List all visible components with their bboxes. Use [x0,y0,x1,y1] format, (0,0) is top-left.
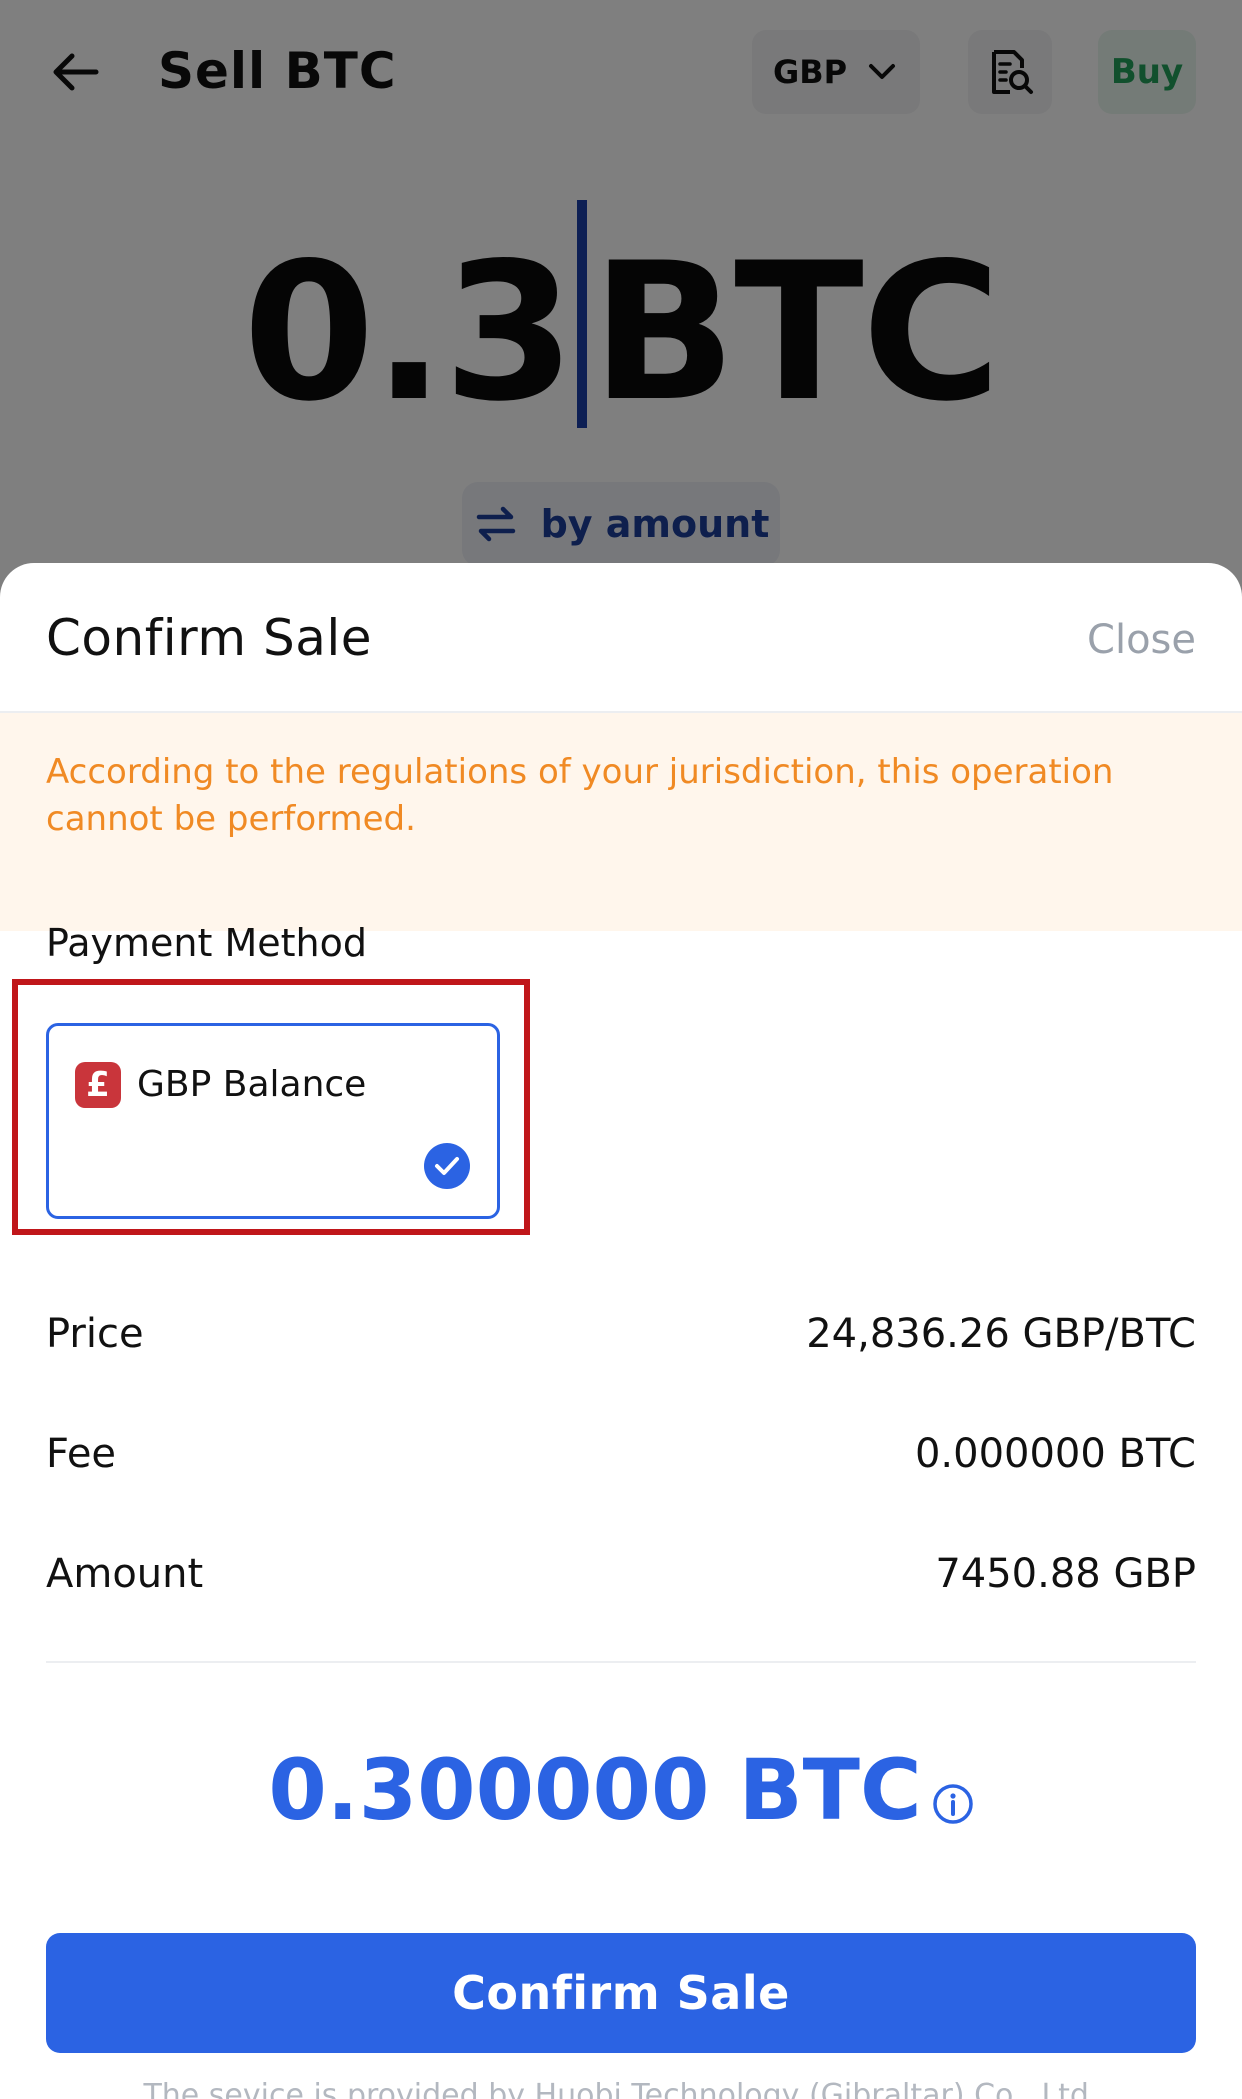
sheet-header: Confirm Sale Close [0,563,1242,713]
price-value: 24,836.26 GBP/BTC [806,1311,1196,1357]
fee-label: Fee [46,1431,117,1477]
confirm-sale-sheet: Confirm Sale Close According to the regu… [0,563,1242,2099]
fee-row: Fee 0.000000 BTC [46,1431,1196,1491]
payment-method-label: Payment Method [46,921,367,965]
payment-method-name: GBP Balance [137,1064,367,1105]
app-root: Sell BTC GBP Buy 0.3BTC [0,0,1242,2099]
close-button[interactable]: Close [1087,617,1196,663]
amount-value-fiat: 7450.88 GBP [935,1551,1196,1597]
amount-label: Amount [46,1551,204,1597]
total-amount: 0.300000 BTC [0,1741,1242,1839]
confirm-sale-button[interactable]: Confirm Sale [46,1933,1196,2053]
price-label: Price [46,1311,144,1357]
divider [46,1661,1196,1663]
checkmark-icon [424,1143,470,1189]
footer-note: The sevice is provided by Huobi Technolo… [143,2078,1099,2099]
pound-icon: £ [75,1062,121,1108]
info-icon[interactable] [932,1783,974,1825]
total-value: 0.300000 BTC [268,1741,922,1839]
payment-method-card[interactable]: £ GBP Balance [46,1023,500,1219]
price-row: Price 24,836.26 GBP/BTC [46,1311,1196,1371]
fee-value: 0.000000 BTC [914,1431,1196,1477]
jurisdiction-warning: According to the regulations of your jur… [0,713,1242,931]
sheet-title: Confirm Sale [46,609,372,667]
amount-row: Amount 7450.88 GBP [46,1551,1196,1611]
